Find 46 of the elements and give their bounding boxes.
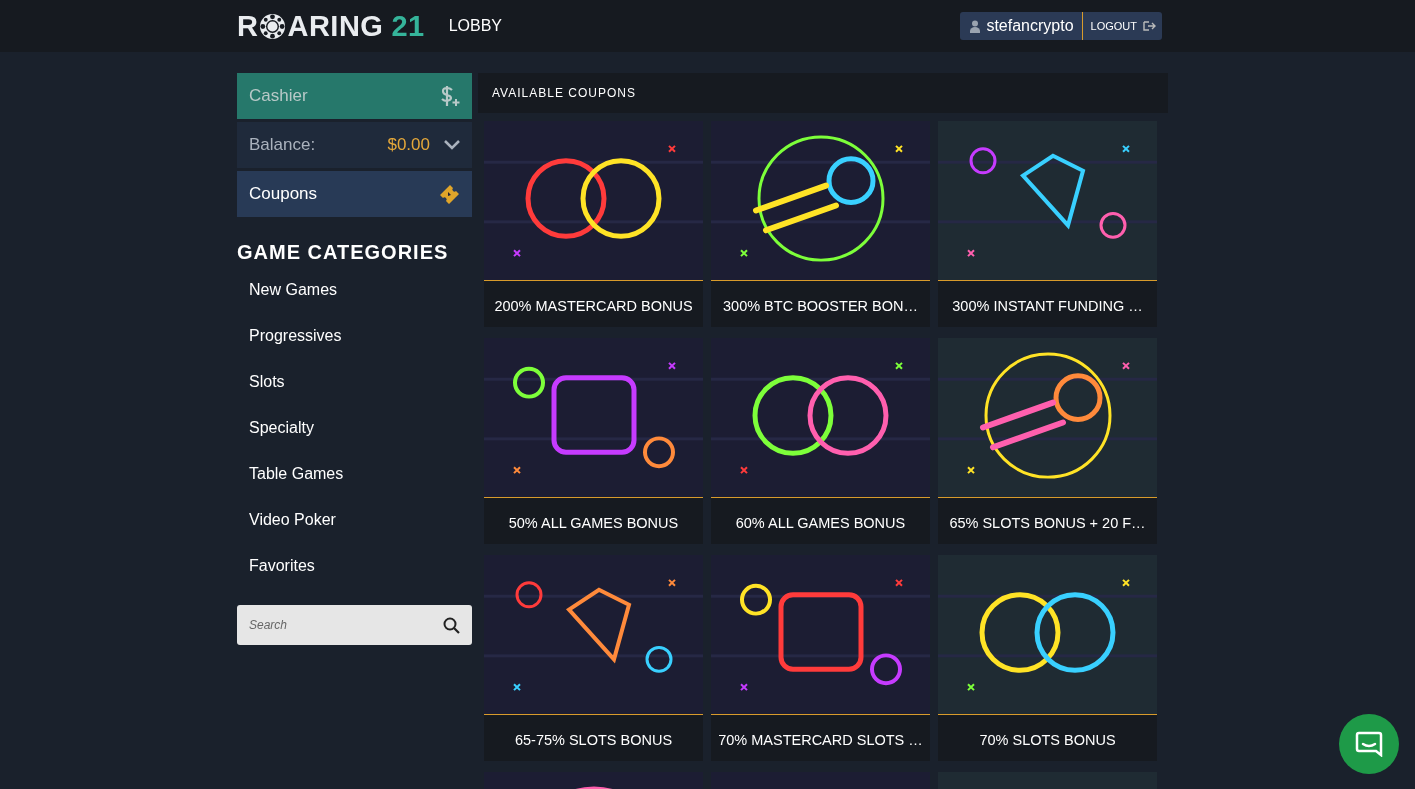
category-link[interactable]: Slots <box>237 371 472 417</box>
category-link[interactable]: New Games <box>237 279 472 325</box>
category-link[interactable]: Specialty <box>237 417 472 463</box>
coupon-title: 70% MASTERCARD SLOTS … <box>717 731 924 750</box>
logout-icon <box>1143 21 1156 31</box>
coupon-card[interactable]: 300% INSTANT FUNDING … <box>938 121 1157 327</box>
logo[interactable]: R ARING 21 <box>237 11 425 41</box>
user-icon <box>970 19 981 33</box>
chat-button[interactable] <box>1339 714 1399 774</box>
coupon-title: 200% MASTERCARD BONUS <box>493 297 694 316</box>
coupon-card[interactable]: 65% SLOTS BONUS + 20 F… <box>938 338 1157 544</box>
chevron-down-icon <box>444 140 460 150</box>
logo-text: R <box>237 11 259 41</box>
category-link[interactable]: Progressives <box>237 325 472 371</box>
logo-number: 21 <box>391 11 425 41</box>
coupon-card[interactable]: 50% ALL GAMES BONUS <box>484 338 703 544</box>
coupon-card[interactable]: 60% ALL GAMES BONUS <box>711 338 930 544</box>
category-link[interactable]: Table Games <box>237 463 472 509</box>
coupon-title: 50% ALL GAMES BONUS <box>507 514 680 533</box>
coupon-title: 65-75% SLOTS BONUS <box>513 731 674 750</box>
chat-icon <box>1355 731 1383 757</box>
coupon-card[interactable]: 70% SLOTS BONUS <box>938 555 1157 761</box>
dollar-plus-icon <box>440 85 460 107</box>
logout-button[interactable]: LOGOUT <box>1081 12 1162 40</box>
username: stefancrypto <box>985 16 1075 36</box>
coupon-card[interactable]: 70% MASTERCARD SLOTS … <box>711 555 930 761</box>
logo-text: ARING <box>287 11 384 41</box>
section-heading: AVAILABLE COUPONS <box>478 73 1168 113</box>
coupons-button[interactable]: Coupons <box>237 171 472 217</box>
coupon-title: 60% ALL GAMES BONUS <box>734 514 907 533</box>
ticket-icon <box>438 184 460 204</box>
poker-chip-icon <box>259 12 287 40</box>
coupon-card[interactable]: 65-75% SLOTS BONUS <box>484 555 703 761</box>
coupon-card[interactable]: 200% MASTERCARD BONUS <box>484 121 703 327</box>
coupon-title: 70% SLOTS BONUS <box>978 731 1117 750</box>
coupon-title: 300% BTC BOOSTER BON… <box>722 297 919 316</box>
coupon-title: 300% INSTANT FUNDING … <box>951 297 1144 316</box>
lobby-link[interactable]: LOBBY <box>448 14 503 38</box>
coupon-title: 65% SLOTS BONUS + 20 F… <box>948 514 1147 533</box>
section-heading: GAME CATEGORIES <box>237 240 450 265</box>
category-link[interactable]: Video Poker <box>237 509 472 555</box>
coupon-card[interactable]: 300% BTC BOOSTER BON… <box>711 121 930 327</box>
search-field[interactable]: Search <box>237 605 472 645</box>
category-link[interactable]: Favorites <box>237 555 472 601</box>
search-icon <box>443 617 460 634</box>
balance-dropdown[interactable]: Balance: $0.00 <box>237 122 472 168</box>
